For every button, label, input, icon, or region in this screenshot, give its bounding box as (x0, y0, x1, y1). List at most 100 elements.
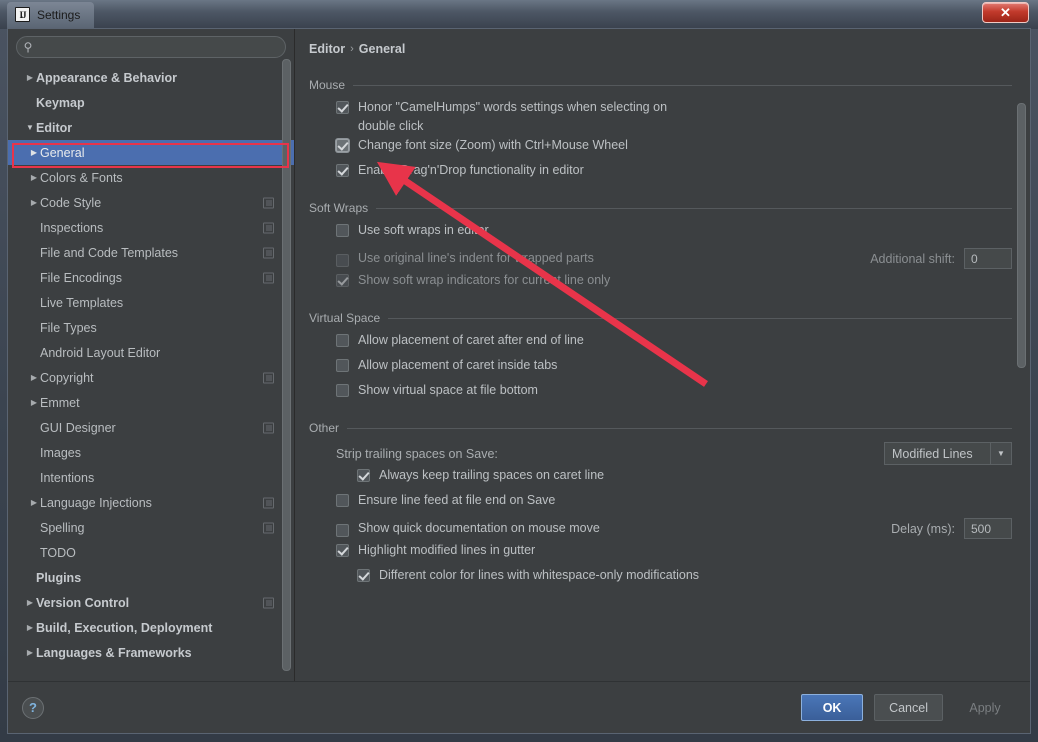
breadcrumb-root[interactable]: Editor (309, 42, 345, 56)
checkbox[interactable] (336, 164, 349, 177)
checkbox-label: Show quick documentation on mouse move (358, 521, 600, 535)
checkbox[interactable] (336, 334, 349, 347)
settings-dialog: ⚲ ▶ Appearance & Behavior Keymap ▼ Editor ▶ Ge… (7, 28, 1031, 734)
sidebar-item-emmet[interactable]: ▶ Emmet (8, 390, 294, 415)
checkbox[interactable] (357, 569, 370, 582)
sidebar-item-editor[interactable]: ▼ Editor (8, 115, 294, 140)
chevron-right-icon[interactable]: ▶ (28, 373, 40, 382)
sidebar-item-label: TODO (40, 545, 76, 560)
numeric-input[interactable] (964, 248, 1012, 269)
checkbox-row: Allow placement of caret after end of li… (309, 331, 1012, 356)
checkbox[interactable] (336, 139, 349, 152)
checkbox[interactable] (336, 523, 349, 537)
settings-main-panel: Editor › General Mouse Honor "CamelHumps"… (295, 29, 1030, 681)
chevron-right-icon[interactable]: ▶ (24, 648, 36, 657)
window-title-tab: IJ Settings (7, 1, 95, 28)
sidebar-item-file-encodings[interactable]: File Encodings (8, 265, 294, 290)
intellij-logo-icon: IJ (15, 7, 30, 22)
search-input[interactable] (39, 38, 285, 56)
checkbox (336, 253, 349, 267)
checkbox-label: Allow placement of caret after end of li… (358, 333, 584, 347)
project-settings-icon (263, 522, 274, 533)
sidebar-item-images[interactable]: Images (8, 440, 294, 465)
sidebar-item-live-templates[interactable]: Live Templates (8, 290, 294, 315)
chevron-down-icon[interactable]: ▼ (990, 443, 1011, 464)
project-settings-icon (263, 197, 274, 208)
sidebar-item-todo[interactable]: TODO (8, 540, 294, 565)
sidebar-item-intentions[interactable]: Intentions (8, 465, 294, 490)
sidebar-item-languages-frameworks[interactable]: ▶ Languages & Frameworks (8, 640, 294, 665)
sidebar-item-label: Copyright (40, 370, 94, 385)
sidebar-item-plugins[interactable]: Plugins (8, 565, 294, 590)
sidebar-item-label: Plugins (36, 570, 82, 585)
checkbox[interactable] (336, 384, 349, 397)
field-label: Strip trailing spaces on Save: (336, 446, 498, 461)
chevron-right-icon[interactable]: ▶ (28, 398, 40, 407)
dialog-content: ⚲ ▶ Appearance & Behavior Keymap ▼ Editor ▶ Ge… (8, 29, 1030, 681)
main-scrollbar[interactable] (1017, 63, 1026, 675)
project-settings-icon (263, 272, 274, 283)
breadcrumb-leaf: General (358, 42, 406, 56)
chevron-down-icon[interactable]: ▼ (24, 123, 36, 132)
checkbox-row: Allow placement of caret inside tabs (309, 356, 1012, 381)
checkbox[interactable] (336, 101, 349, 114)
sidebar-item-colors-fonts[interactable]: ▶ Colors & Fonts (8, 165, 294, 190)
chevron-right-icon[interactable]: ▶ (24, 623, 36, 632)
settings-group: Virtual Space Allow placement of caret af… (309, 311, 1012, 406)
window-title: Settings (37, 7, 81, 22)
chevron-right-icon[interactable]: ▶ (28, 173, 40, 182)
main-scrollbar-thumb[interactable] (1017, 103, 1026, 368)
sidebar-item-file-and-code-templates[interactable]: File and Code Templates (8, 240, 294, 265)
checkbox[interactable] (336, 544, 349, 557)
sidebar-item-label: File Types (40, 320, 97, 335)
sidebar-item-keymap[interactable]: Keymap (8, 90, 294, 115)
chevron-right-icon[interactable]: ▶ (28, 198, 40, 207)
settings-window: IJ Settings ✕ ⚲ ▶ Appearance & Behavior Ke… (0, 0, 1038, 742)
chevron-right-icon[interactable]: ▶ (24, 73, 36, 82)
chevron-right-icon[interactable]: ▶ (28, 498, 40, 507)
dialog-footer: ? OK Cancel Apply (8, 681, 1030, 733)
checkbox-row: Use soft wraps in editor (309, 221, 1012, 246)
sidebar-item-version-control[interactable]: ▶ Version Control (8, 590, 294, 615)
sidebar-item-inspections[interactable]: Inspections (8, 215, 294, 240)
search-box[interactable]: ⚲ (16, 36, 286, 58)
sidebar-item-label: Emmet (40, 395, 80, 410)
checkbox-label: Show soft wrap indicators for current li… (358, 273, 611, 287)
sidebar-item-spelling[interactable]: Spelling (8, 515, 294, 540)
checkbox[interactable] (336, 494, 349, 507)
sidebar-item-file-types[interactable]: File Types (8, 315, 294, 340)
sidebar-item-copyright[interactable]: ▶ Copyright (8, 365, 294, 390)
sidebar-item-appearance-behavior[interactable]: ▶ Appearance & Behavior (8, 65, 294, 90)
sidebar-item-label: GUI Designer (40, 420, 116, 435)
sidebar-item-label: File Encodings (40, 270, 122, 285)
sidebar-item-code-style[interactable]: ▶ Code Style (8, 190, 294, 215)
chevron-right-icon[interactable]: ▶ (24, 598, 36, 607)
chevron-right-icon[interactable]: ▶ (28, 148, 40, 157)
checkbox-row: Different color for lines with whitespac… (309, 566, 1012, 591)
sidebar-scrollbar[interactable] (282, 59, 291, 675)
checkbox-label: Use original line's indent for wrapped p… (358, 251, 594, 265)
sidebar-item-language-injections[interactable]: ▶ Language Injections (8, 490, 294, 515)
search-area: ⚲ (8, 29, 294, 62)
checkbox[interactable] (336, 224, 349, 237)
checkbox-label: Allow placement of caret inside tabs (358, 358, 558, 372)
apply-button: Apply (969, 700, 1001, 715)
ok-button[interactable]: OK (801, 694, 864, 721)
numeric-input[interactable] (964, 518, 1012, 539)
close-icon[interactable]: ✕ (982, 2, 1029, 23)
settings-group: Mouse Honor "CamelHumps" words settings w… (309, 78, 1012, 186)
sidebar-scrollbar-thumb[interactable] (282, 59, 291, 671)
group-title: Other (309, 421, 1012, 435)
sidebar-item-general[interactable]: ▶ General (8, 140, 294, 165)
sidebar-item-android-layout-editor[interactable]: Android Layout Editor (8, 340, 294, 365)
checkbox[interactable] (336, 359, 349, 372)
checkbox-row: Show virtual space at file bottom (309, 381, 1012, 406)
strip-trailing-spaces-select[interactable]: Modified Lines ▼ (884, 442, 1012, 465)
checkbox[interactable] (357, 469, 370, 482)
settings-group: Other Strip trailing spaces on Save: Modif… (309, 421, 1012, 591)
sidebar-item-build-execution-deployment[interactable]: ▶ Build, Execution, Deployment (8, 615, 294, 640)
help-icon[interactable]: ? (22, 696, 44, 719)
cancel-button[interactable]: Cancel (874, 694, 943, 721)
sidebar-item-gui-designer[interactable]: GUI Designer (8, 415, 294, 440)
sidebar-item-label: Build, Execution, Deployment (36, 620, 213, 635)
